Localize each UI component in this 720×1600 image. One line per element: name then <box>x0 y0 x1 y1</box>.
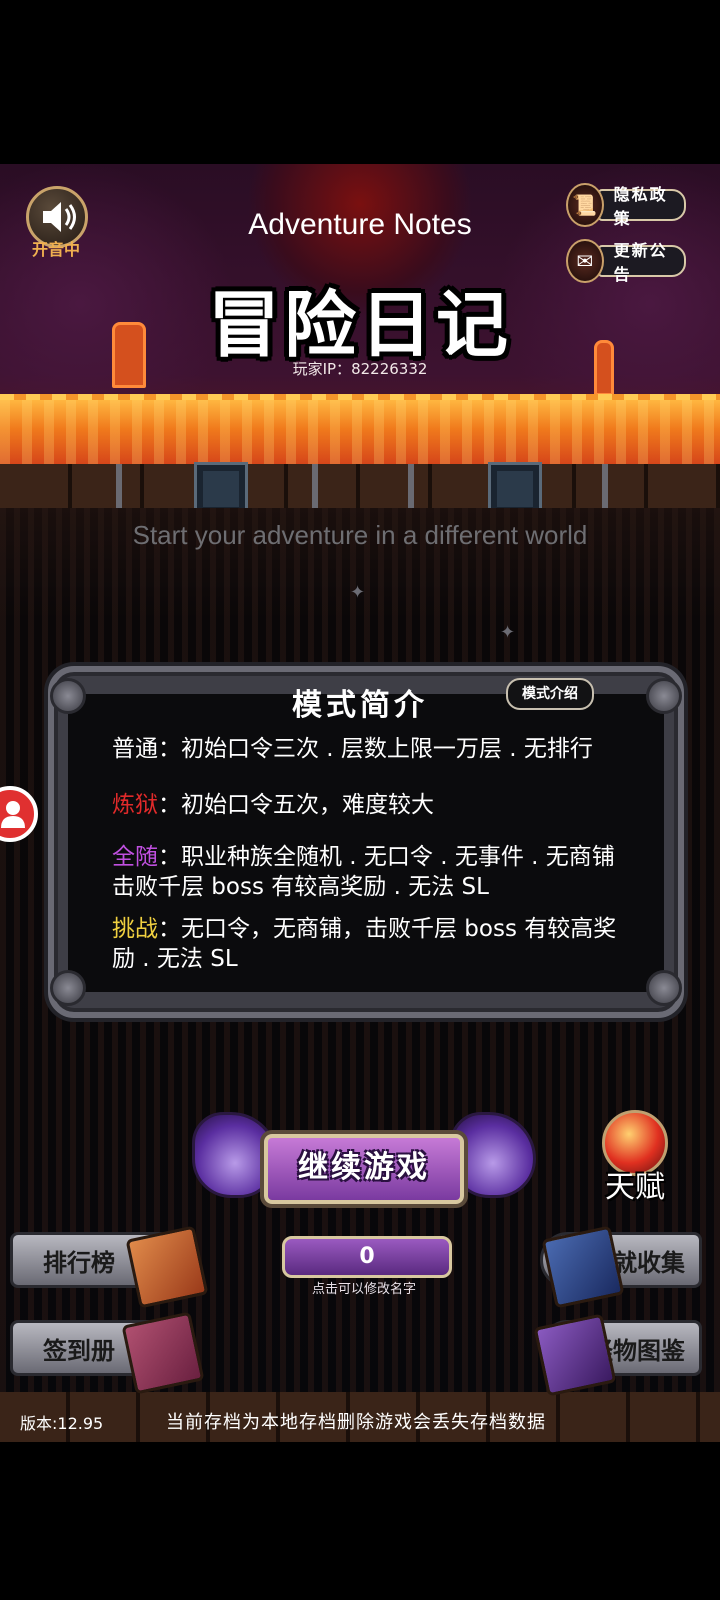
name-edit-hint: 点击可以修改名字 <box>311 1282 416 1297</box>
mode-desc: ：初始口令五次，难度较大 <box>158 792 434 818</box>
scroll-icon: 📜 <box>566 183 604 227</box>
player-name-field[interactable]: 0 <box>282 1236 452 1278</box>
version-label: 版本:12.95 <box>20 1414 104 1433</box>
panel-corner <box>50 970 86 1006</box>
ranking-label: 排行榜 <box>43 1248 115 1277</box>
stud <box>602 464 608 508</box>
continue-game-button[interactable]: 继续游戏 <box>264 1134 464 1204</box>
user-icon <box>1 801 25 828</box>
mode-intro-button[interactable]: 模式介绍 <box>506 678 594 710</box>
sparkle-icon: ✦ <box>350 582 366 603</box>
mode-purgatory: 炼狱：初始口令五次，难度较大 <box>112 790 632 820</box>
player-ip-label: 玩家IP： <box>292 360 352 378</box>
monster-guide-book-icon <box>533 1313 617 1397</box>
mode-random: 全随：职业种族全随机 . 无口令 . 无事件 . 无商铺击败千层 boss 有较… <box>112 842 632 902</box>
mode-name: 普通 <box>112 736 158 762</box>
mode-desc: ：职业种族全随机 . 无口令 . 无事件 . 无商铺击败千层 boss 有较高奖… <box>112 844 615 900</box>
mode-challenge: 挑战：无口令，无商铺，击败千层 boss 有较高奖励 . 无法 SL <box>112 914 632 974</box>
mode-name: 炼狱 <box>112 792 158 818</box>
mode-panel-title: 模式简介 <box>292 688 428 723</box>
lava-floor <box>0 400 720 464</box>
stud <box>312 464 318 508</box>
player-ip: 玩家IP：82226332 <box>0 358 720 379</box>
brick-row <box>0 464 720 511</box>
talent-button[interactable]: 天赋 <box>590 1162 680 1206</box>
player-ip-value: 82226332 <box>351 360 428 378</box>
title-english: Adventure Notes <box>248 208 472 241</box>
mode-normal: 普通：初始口令三次 . 层数上限一万层 . 无排行 <box>112 734 632 764</box>
ranking-book-icon <box>125 1225 209 1309</box>
tagline: Start your adventure in a different worl… <box>132 520 588 550</box>
save-notice: 当前存档为本地存档删除游戏会丢失存档数据 <box>166 1412 546 1433</box>
achievements-book-icon <box>541 1225 625 1309</box>
title-chinese: 冒险日记 <box>207 283 512 367</box>
checkin-book-icon <box>121 1311 205 1395</box>
mode-name: 全随 <box>112 844 158 870</box>
panel-corner <box>646 970 682 1006</box>
envelope-icon: ✉ <box>566 239 604 283</box>
mode-desc: ：无口令，无商铺，击败千层 boss 有较高奖励 . 无法 SL <box>112 916 617 972</box>
mode-desc: ：初始口令三次 . 层数上限一万层 . 无排行 <box>158 736 593 762</box>
sparkle-icon: ✦ <box>500 622 516 643</box>
stud <box>116 464 122 508</box>
mode-name: 挑战 <box>112 916 158 942</box>
checkin-label: 签到册 <box>43 1336 115 1365</box>
stud <box>408 464 414 508</box>
